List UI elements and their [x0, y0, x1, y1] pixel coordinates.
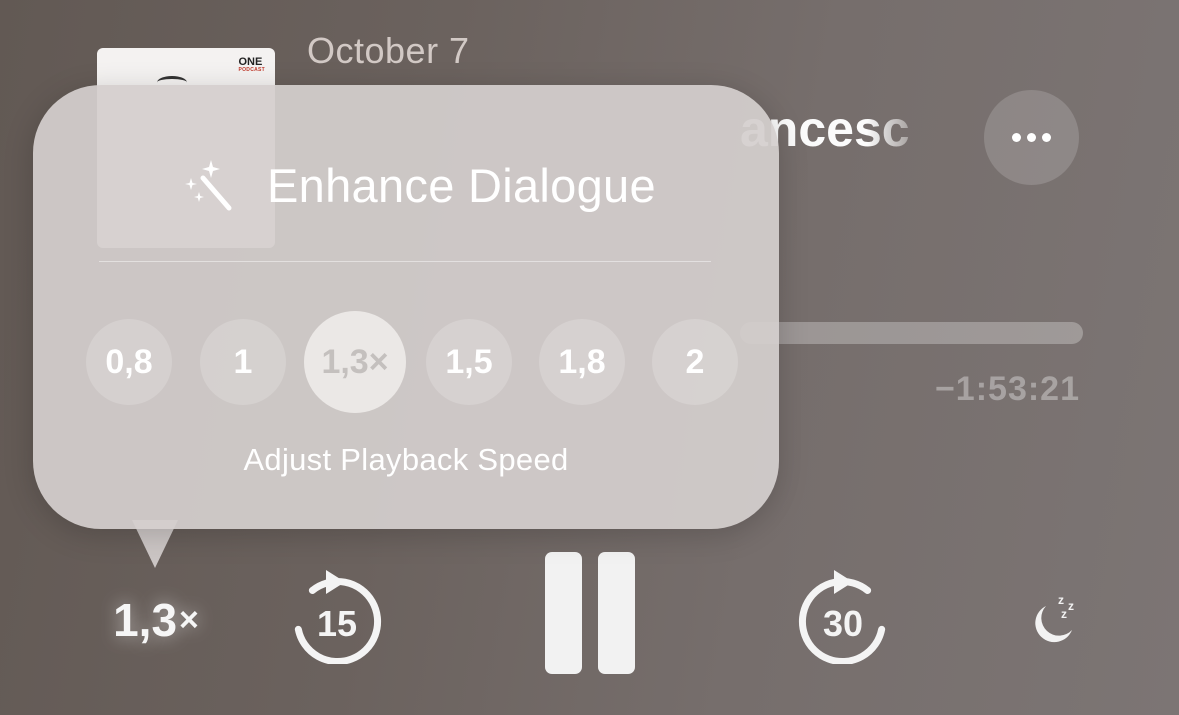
speed-options-row: 0,8 1 1,3× 1,5 1,8 2 [86, 311, 746, 413]
sleep-timer-button[interactable]: z z z [1028, 590, 1084, 646]
popover-divider [99, 261, 711, 262]
speed-suffix: × [179, 600, 199, 639]
skip-back-button[interactable]: 15 [290, 566, 384, 665]
playback-scrubber[interactable] [740, 322, 1083, 344]
pause-icon-bar [598, 552, 635, 674]
magic-wand-icon [185, 160, 232, 211]
svg-text:z: z [1058, 593, 1064, 607]
skip-forward-30-icon: 30 [798, 570, 886, 665]
speed-option-1[interactable]: 1 [200, 319, 286, 405]
more-options-button[interactable] [984, 90, 1079, 185]
enhance-dialogue-label: Enhance Dialogue [267, 158, 656, 212]
speed-caption: Adjust Playback Speed [243, 442, 569, 477]
enhance-dialogue-toggle[interactable]: Enhance Dialogue [181, 145, 656, 225]
svg-text:z: z [1061, 607, 1067, 621]
speed-option-1-5[interactable]: 1,5 [426, 319, 512, 405]
ellipsis-icon-dot [1027, 133, 1036, 142]
episode-date: October 7 [307, 30, 470, 71]
speed-value: 1,3 [113, 594, 178, 646]
playback-speed-popover: Enhance Dialogue 0,8 1 1,3× 1,5 1,8 2 Ad… [33, 85, 779, 529]
artwork-logo: ONE PODCAST [238, 56, 265, 73]
playback-speed-button[interactable]: 1,3 × [100, 590, 212, 650]
ellipsis-icon-dot [1042, 133, 1051, 142]
pause-button[interactable] [542, 552, 638, 674]
remaining-time: −1:53:21 [934, 370, 1080, 408]
speed-option-2[interactable]: 2 [652, 319, 738, 405]
ellipsis-icon [1012, 133, 1021, 142]
skip-forward-button[interactable]: 30 [796, 566, 890, 665]
svg-text:z: z [1068, 599, 1074, 613]
skip-back-15-icon: 15 [294, 570, 382, 665]
moon-zzz-icon: z z z [1035, 593, 1074, 643]
pause-icon [545, 552, 582, 674]
skip-back-seconds: 15 [317, 603, 357, 644]
speed-option-1-3-selected[interactable]: 1,3× [304, 311, 406, 413]
skip-forward-seconds: 30 [823, 603, 863, 644]
speed-option-1-8[interactable]: 1,8 [539, 319, 625, 405]
speed-option-0-8[interactable]: 0,8 [86, 319, 172, 405]
